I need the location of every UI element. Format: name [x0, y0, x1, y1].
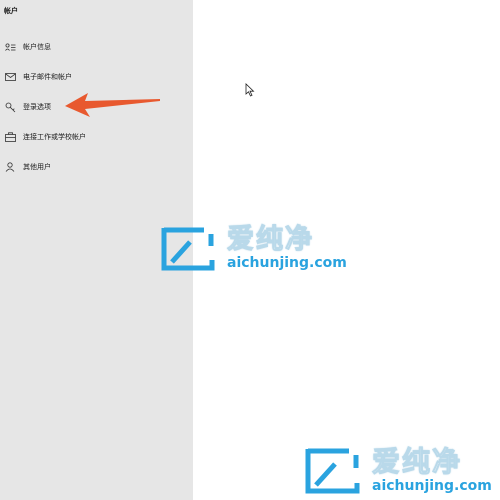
person-icon: [4, 161, 16, 173]
watermark-domain-text: aichunjing.com: [372, 478, 492, 494]
sidebar-item-label: 登录选项: [23, 103, 51, 111]
sidebar-item-other-users[interactable]: 其他用户: [0, 156, 193, 178]
sidebar-item-access-work-school[interactable]: 连接工作或学校帐户: [0, 126, 193, 148]
sidebar-item-email-accounts[interactable]: 电子邮件和帐户: [0, 66, 193, 88]
aichunjing-logo-icon: [304, 445, 360, 495]
watermark-chinese-text: 爱纯净: [372, 445, 463, 478]
mail-icon: [4, 71, 16, 83]
sidebar-item-label: 其他用户: [23, 163, 51, 171]
briefcase-icon: [4, 131, 16, 143]
sidebar-item-label: 帐户信息: [23, 43, 51, 51]
mouse-cursor-icon: [245, 83, 255, 97]
watermark-domain-text: aichunjing.com: [227, 255, 347, 271]
sidebar-item-account-info[interactable]: 帐户信息: [0, 36, 193, 58]
watermark: 爱纯净 aichunjing.com: [160, 224, 347, 272]
settings-window: 帐户 帐户信息 电子邮件和帐户 登录选项 连接工作或学校帐户 其他用户 爱纯净 …: [0, 0, 500, 500]
annotation-arrow-icon: [65, 93, 160, 117]
aichunjing-logo-icon: [160, 224, 215, 272]
sidebar-item-label: 连接工作或学校帐户: [23, 133, 86, 141]
key-icon: [4, 101, 16, 113]
sidebar-title: 帐户: [4, 7, 18, 15]
account-info-icon: [4, 41, 16, 53]
sidebar-item-label: 电子邮件和帐户: [23, 73, 72, 81]
watermark: 爱纯净 aichunjing.com: [304, 445, 492, 495]
watermark-chinese-text: 爱纯净: [227, 224, 314, 255]
